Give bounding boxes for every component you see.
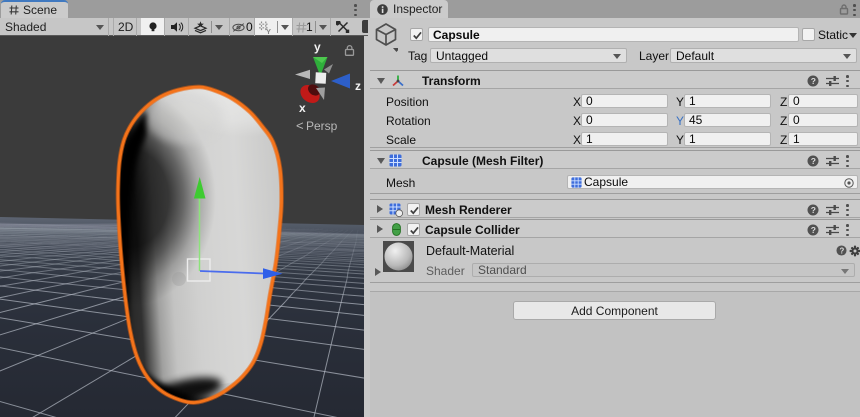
- svg-text:z: z: [355, 79, 361, 93]
- svg-text:x: x: [299, 101, 306, 115]
- svg-text:?: ?: [811, 156, 816, 166]
- svg-text:?: ?: [811, 205, 816, 215]
- svg-text:Persp: Persp: [306, 119, 338, 133]
- svg-text:<: <: [296, 118, 304, 133]
- svg-text:?: ?: [811, 76, 816, 86]
- svg-text:?: ?: [811, 225, 816, 235]
- svg-text:?: ?: [839, 246, 844, 255]
- svg-text:y: y: [314, 40, 321, 54]
- svg-text:Y: Y: [266, 27, 271, 34]
